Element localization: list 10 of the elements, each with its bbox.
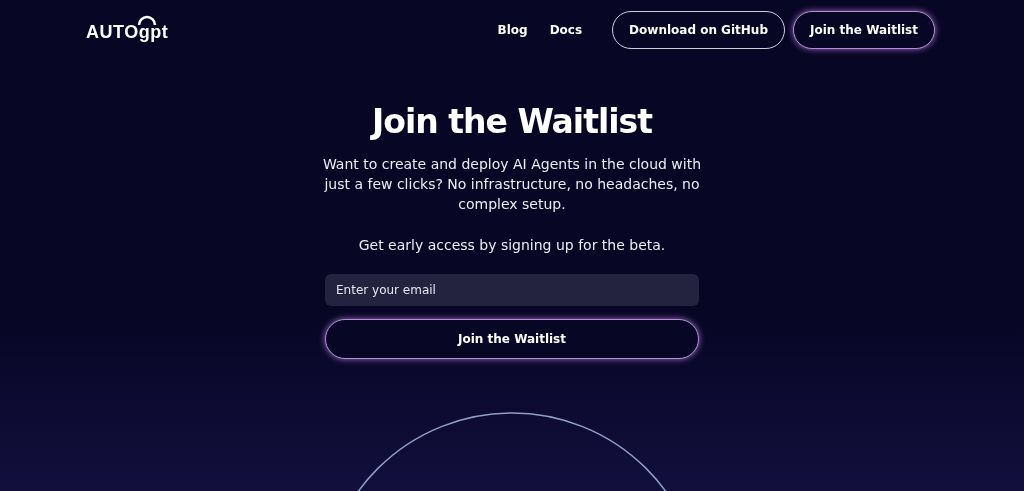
nav-link[interactable]: Docs [549, 23, 583, 38]
waitlist-submit-button[interactable]: Join the Waitlist [325, 319, 699, 359]
github-button[interactable]: Download on GitHub [612, 11, 785, 50]
logo[interactable]: AUTOgpt [86, 21, 169, 43]
nav-link[interactable]: Blog [497, 23, 528, 38]
description: Want to create and deploy AI Agents in the cloud with just a few clicks? No infrastructure, no headaches, no complex setup. [321, 155, 703, 215]
beta-note: Get early access by signing up for the beta. [358, 236, 666, 256]
email-field[interactable]: Enter your email [325, 274, 699, 307]
waitlist-button[interactable]: Join the Waitlist [793, 11, 935, 50]
page-title: Join the Waitlist [372, 102, 652, 143]
